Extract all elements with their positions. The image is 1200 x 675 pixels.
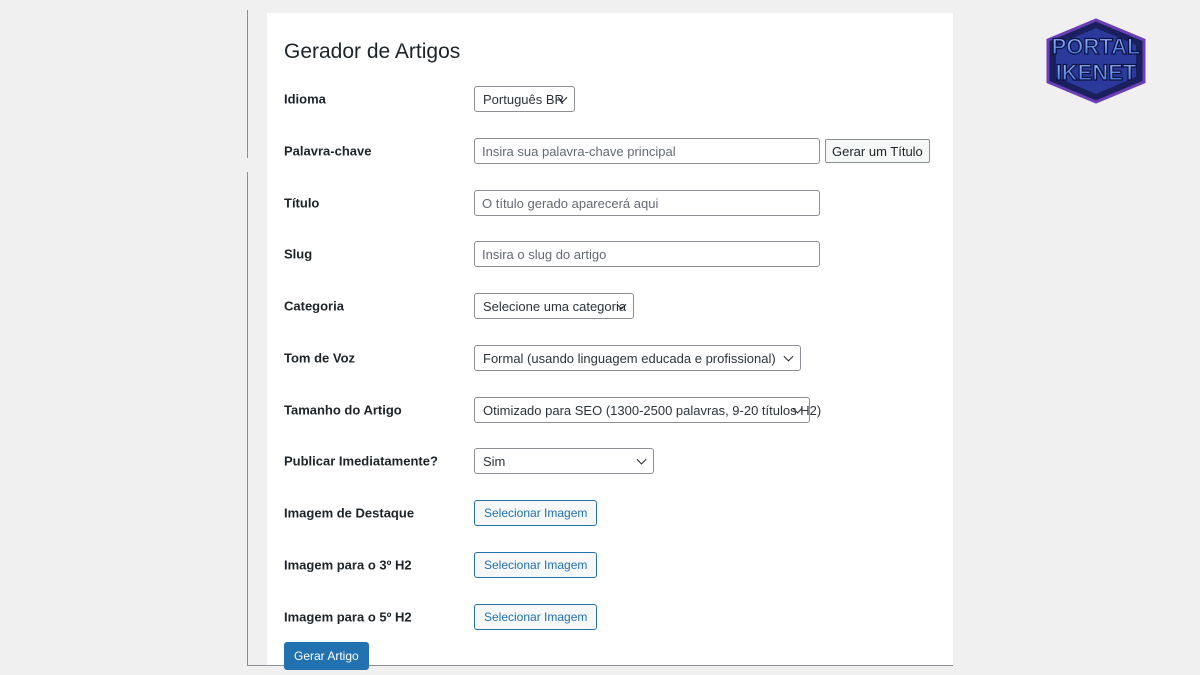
gerar-artigo-button[interactable]: Gerar Artigo	[284, 642, 369, 670]
selecionar-imagem-h2-3-button[interactable]: Selecionar Imagem	[474, 552, 598, 578]
categoria-select[interactable]: Selecione uma categoria	[474, 293, 634, 319]
row-categoria: Categoria Selecione uma categoria	[284, 293, 934, 319]
logo-line2: IKENET	[1056, 60, 1137, 85]
row-titulo: Título	[284, 190, 934, 216]
tamanho-label: Tamanho do Artigo	[284, 402, 402, 418]
row-palavra-chave: Palavra-chave Gerar um Título	[284, 138, 934, 164]
row-tamanho: Tamanho do Artigo Otimizado para SEO (13…	[284, 397, 934, 423]
gerar-titulo-button[interactable]: Gerar um Título	[825, 139, 930, 163]
article-generator-panel: Gerador de Artigos Idioma Português BR P…	[267, 13, 953, 670]
slug-input[interactable]	[474, 241, 820, 267]
palavra-chave-input[interactable]	[474, 138, 820, 164]
row-imagem-h2-5: Imagem para o 5º H2 Selecionar Imagem	[284, 604, 934, 630]
idioma-select[interactable]: Português BR	[474, 86, 575, 112]
selecionar-imagem-h2-5-button[interactable]: Selecionar Imagem	[474, 604, 598, 630]
slug-label: Slug	[284, 246, 313, 262]
imagem-destaque-label: Imagem de Destaque	[284, 505, 415, 521]
palavra-chave-label: Palavra-chave	[284, 143, 372, 159]
tom-de-voz-select-value: Formal (usando linguagem educada e profi…	[483, 350, 776, 366]
chevron-down-icon	[783, 351, 794, 362]
logo-line1: PORTAL	[1052, 34, 1141, 59]
page-title: Gerador de Artigos	[284, 40, 461, 63]
tamanho-select[interactable]: Otimizado para SEO (1300-2500 palavras, …	[474, 397, 821, 423]
titulo-input[interactable]	[474, 190, 820, 216]
left-divider-bottom	[247, 172, 248, 666]
row-idioma: Idioma Português BR	[284, 86, 934, 112]
tom-de-voz-label: Tom de Voz	[284, 350, 356, 366]
publicar-select-value: Sim	[483, 453, 506, 469]
left-divider-top	[247, 10, 248, 158]
selecionar-imagem-destaque-button[interactable]: Selecionar Imagem	[474, 500, 598, 526]
publicar-select[interactable]: Sim	[474, 448, 654, 474]
portal-ikenet-logo: PORTAL IKENET	[1026, 18, 1166, 104]
categoria-label: Categoria	[284, 298, 344, 314]
row-slug: Slug	[284, 241, 934, 267]
row-publicar: Publicar Imediatamente? Sim	[284, 448, 934, 474]
idioma-select-value: Português BR	[483, 91, 564, 107]
row-imagem-destaque: Imagem de Destaque Selecionar Imagem	[284, 500, 934, 526]
row-tom-de-voz: Tom de Voz Formal (usando linguagem educ…	[284, 345, 934, 371]
tamanho-select-value: Otimizado para SEO (1300-2500 palavras, …	[483, 402, 822, 418]
portal-ikenet-logo-graphic: PORTAL IKENET	[1046, 18, 1146, 104]
idioma-label: Idioma	[284, 91, 326, 107]
row-imagem-h2-3: Imagem para o 3º H2 Selecionar Imagem	[284, 552, 934, 578]
categoria-select-value: Selecione uma categoria	[483, 298, 627, 314]
imagem-h2-3-label: Imagem para o 3º H2	[284, 557, 412, 573]
tom-de-voz-select[interactable]: Formal (usando linguagem educada e profi…	[474, 345, 801, 371]
chevron-down-icon	[636, 454, 647, 465]
publicar-label: Publicar Imediatamente?	[284, 453, 438, 469]
titulo-label: Título	[284, 195, 320, 211]
imagem-h2-5-label: Imagem para o 5º H2	[284, 609, 412, 625]
